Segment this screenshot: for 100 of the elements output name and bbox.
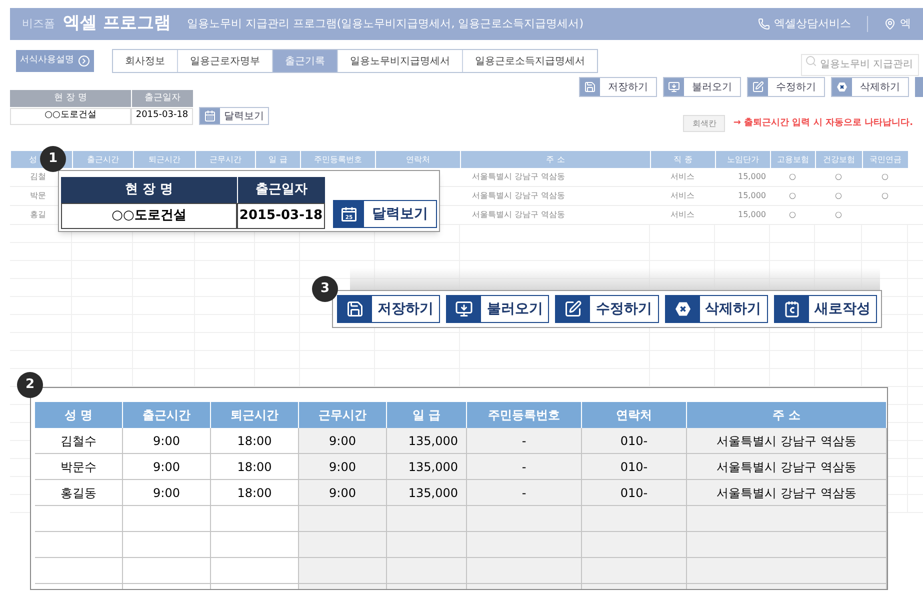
table-cell-text: ○ (788, 190, 797, 202)
table-cell-text: 서비스 (670, 171, 696, 183)
table-cell-text: 홍길 (29, 209, 47, 221)
legend-note: → 출퇴근시간 입력 시 자동으로 나타납니다. (733, 116, 913, 130)
column-header: 노임단가 (715, 151, 770, 168)
table-cell: 18:00 (211, 454, 299, 480)
toolbar-button[interactable]: 저장하기 (579, 77, 657, 97)
table-cell-text: 15,000 (737, 171, 767, 183)
table-cell-text: ○ (880, 190, 890, 202)
phone-icon (758, 18, 770, 30)
search-field[interactable]: 일용노무비 지급관리 (801, 54, 919, 76)
monitor-icon (455, 300, 474, 318)
column-header: 고용보험 (770, 151, 815, 168)
table-cell-text: ○ (788, 209, 797, 221)
header-cell: 현 장 명 (10, 90, 131, 107)
table-cell: 9:00 (299, 480, 387, 506)
header-cell: 출근일자 (131, 90, 193, 107)
column-header: 성 명 (35, 402, 123, 428)
column-header: 출근시간 (123, 402, 211, 428)
table-cell: 010- (582, 480, 687, 506)
delete-icon (674, 300, 692, 318)
column-header: 근무시간 (195, 151, 255, 168)
table-cell: 2015-03-18 (237, 203, 325, 229)
monitor-icon (668, 81, 680, 93)
table-cell: 서울특별시 강남구 역삼동 (687, 454, 887, 480)
table-cell-text: 박문 (29, 190, 47, 202)
table-cell-text: 15,000 (737, 190, 767, 202)
column-header: 일 급 (255, 151, 300, 168)
header-cell: 현 장 명 (61, 177, 237, 203)
toolbar-button[interactable]: 저장하기 (337, 295, 440, 323)
toolbar-button[interactable]: 새로작성 (774, 295, 878, 323)
header-cell: 출근일자 (237, 177, 325, 203)
table-cell: ○○도로건설 (10, 108, 131, 124)
column-header: 주 소 (687, 402, 887, 428)
save-icon (584, 81, 596, 93)
delete-icon (836, 81, 848, 93)
column-header: 출근시간 (72, 151, 133, 168)
toolbar-button[interactable]: 불러오기 (446, 295, 550, 323)
table-cell: 9:00 (123, 454, 211, 480)
column-header: 주민등록번호 (300, 151, 375, 168)
step-badge: 2 (17, 372, 43, 398)
table-cell: 010- (582, 428, 687, 454)
step-badge: 1 (40, 146, 66, 172)
column-header: 직 종 (650, 151, 715, 168)
table-cell-text: ○ (788, 171, 797, 183)
table-cell: 박문수 (35, 454, 123, 480)
column-header: 주민등록번호 (467, 402, 582, 428)
pin-icon (884, 18, 896, 30)
edit-icon (564, 300, 582, 318)
table-cell: 9:00 (299, 428, 387, 454)
column-header: 연락처 (375, 151, 460, 168)
calendar-icon (204, 110, 216, 122)
table-cell: 010- (582, 454, 687, 480)
toolbar-button[interactable]: 수정하기 (747, 77, 825, 97)
table-cell: ○○도로건설 (61, 203, 237, 229)
window-subtitle: 일용노무비 지급관리 프로그램(일용노무비지급명세서, 일용근로소득지급명세서) (186, 16, 584, 32)
column-header: 퇴근시간 (133, 151, 195, 168)
column-header: 국민연금 (862, 151, 908, 168)
brand-title: 엑셀 프로그램 (63, 12, 171, 36)
legend-swatch: 회색칸 (683, 115, 726, 132)
table-cell: 9:00 (123, 480, 211, 506)
table-cell: 135,000 (387, 454, 467, 480)
column-header: 주 소 (460, 151, 650, 168)
column-header: 연락처 (582, 402, 687, 428)
table-cell: 135,000 (387, 428, 467, 454)
table-cell-text: 서비스 (670, 209, 696, 221)
table-cell-text: 서비스 (670, 190, 696, 202)
toolbar-button[interactable]: 불러오기 (663, 77, 741, 97)
table-cell-text: 서울특별시 강남구 역삼동 (471, 171, 566, 183)
table-cell-text: 서울특별시 강남구 역삼동 (471, 190, 566, 202)
table-cell-text: 김철 (29, 171, 47, 183)
toolbar-button[interactable] (915, 77, 923, 97)
column-header: 건강보험 (815, 151, 862, 168)
table-cell-text: 15,000 (737, 209, 767, 221)
save-icon (346, 300, 364, 318)
table-cell: 홍길동 (35, 480, 123, 506)
step-badge: 3 (312, 276, 338, 302)
table-cell: 135,000 (387, 480, 467, 506)
table-cell: 18:00 (211, 428, 299, 454)
toolbar-button[interactable]: 삭제하기 (664, 295, 768, 323)
brand-small: 비즈폼 (22, 16, 55, 32)
column-header: 퇴근시간 (211, 402, 299, 428)
table-cell: - (467, 428, 582, 454)
notepad-icon (782, 300, 801, 318)
table-cell: 9:00 (123, 428, 211, 454)
table-cell: 김철수 (35, 428, 123, 454)
calendar-button[interactable]: 달력보기 (199, 107, 269, 125)
toolbar-button[interactable]: 수정하기 (555, 295, 659, 323)
table-cell: - (467, 480, 582, 506)
table-cell-text: ○ (834, 190, 843, 202)
table-cell-text: ○ (880, 171, 890, 183)
table-cell: - (467, 454, 582, 480)
column-header: 근무시간 (299, 402, 387, 428)
toolbar-button[interactable]: 삭제하기 (831, 77, 909, 97)
table-cell: 서울특별시 강남구 역삼동 (687, 428, 887, 454)
column-header: 일 급 (387, 402, 467, 428)
edit-icon (752, 81, 764, 93)
table-cell-text: ○ (834, 171, 843, 183)
table-cell: 2015-03-18 (131, 108, 193, 124)
search-icon (805, 55, 817, 67)
